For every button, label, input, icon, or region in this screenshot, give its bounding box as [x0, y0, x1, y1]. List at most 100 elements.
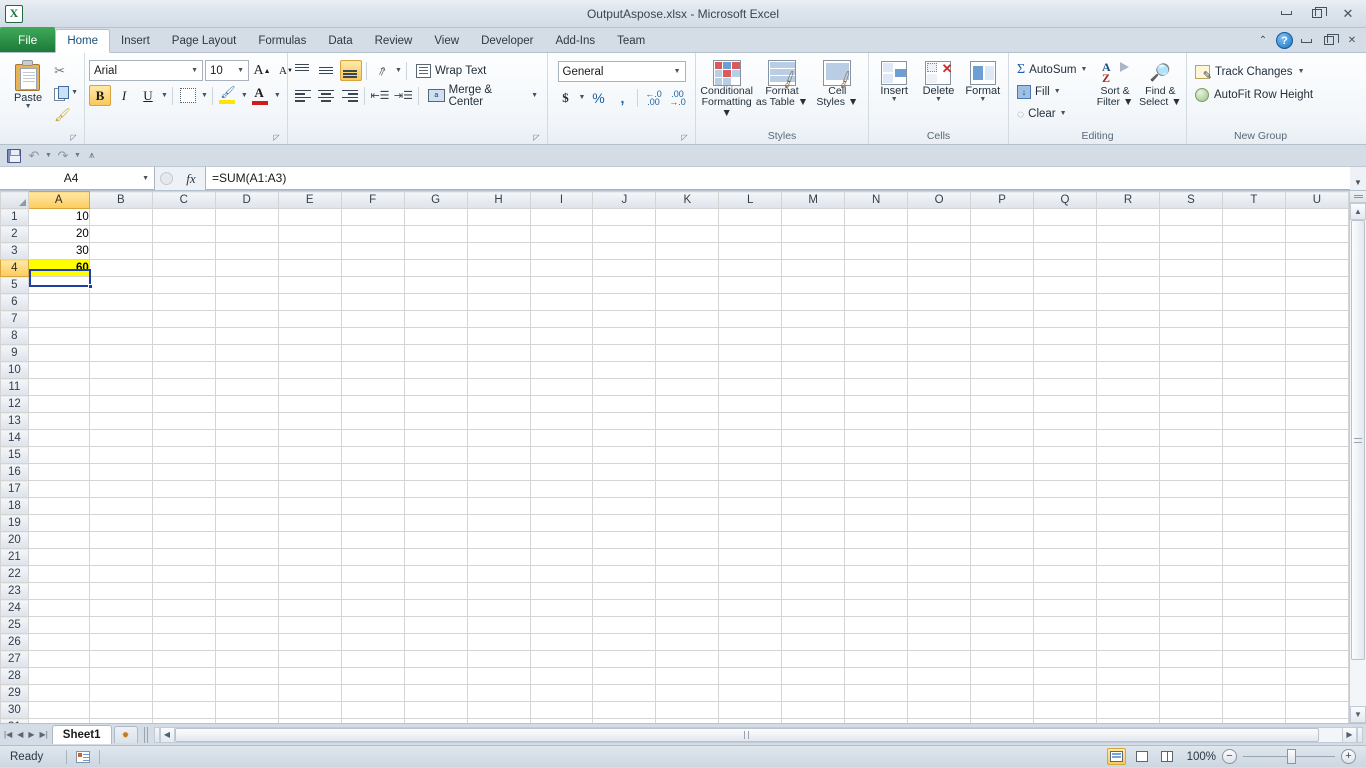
cell-B8[interactable] — [88, 327, 153, 345]
alignment-dialog-launcher[interactable]: ◸ — [532, 133, 541, 142]
cell-L13[interactable] — [718, 412, 783, 430]
cell-E6[interactable] — [277, 293, 342, 311]
cell-Q8[interactable] — [1033, 327, 1098, 345]
cell-J28[interactable] — [592, 667, 657, 685]
cell-M17[interactable] — [781, 480, 846, 498]
column-header-T[interactable]: T — [1221, 191, 1286, 209]
cell-P8[interactable] — [970, 327, 1035, 345]
cell-Q29[interactable] — [1033, 684, 1098, 702]
cell-R5[interactable] — [1096, 276, 1160, 294]
row-header-12[interactable]: 12 — [0, 395, 29, 413]
cell-N27[interactable] — [844, 650, 909, 668]
cell-C9[interactable] — [151, 344, 216, 362]
cell-G1[interactable] — [403, 208, 468, 226]
chevron-down-icon[interactable]: ▼ — [1298, 68, 1305, 75]
cell-D22[interactable] — [214, 565, 279, 583]
cell-O18[interactable] — [907, 497, 972, 515]
cell-A29[interactable] — [27, 684, 90, 702]
cell-J18[interactable] — [592, 497, 657, 515]
cell-N24[interactable] — [844, 599, 909, 617]
cell-E31[interactable] — [277, 718, 342, 723]
cell-N2[interactable] — [844, 225, 909, 243]
cell-G28[interactable] — [403, 667, 468, 685]
column-header-I[interactable]: I — [529, 191, 594, 209]
tab-insert[interactable]: Insert — [110, 30, 161, 52]
cell-R3[interactable] — [1096, 242, 1160, 260]
cell-S5[interactable] — [1158, 276, 1223, 294]
cell-H14[interactable] — [466, 429, 531, 447]
cell-S19[interactable] — [1158, 514, 1223, 532]
column-header-K[interactable]: K — [655, 191, 720, 209]
cell-A4[interactable]: 60 — [27, 259, 90, 277]
cell-D5[interactable] — [214, 276, 279, 294]
cell-H15[interactable] — [466, 446, 531, 464]
number-dialog-launcher[interactable]: ◸ — [680, 133, 689, 142]
cell-E5[interactable] — [277, 276, 342, 294]
cell-D29[interactable] — [214, 684, 279, 702]
cell-B11[interactable] — [88, 378, 153, 396]
column-header-L[interactable]: L — [718, 191, 783, 209]
cell-J19[interactable] — [592, 514, 657, 532]
cell-U23[interactable] — [1284, 582, 1349, 600]
zoom-slider-handle[interactable] — [1287, 749, 1296, 764]
bold-button[interactable]: B — [89, 85, 111, 106]
cell-I28[interactable] — [529, 667, 594, 685]
cell-A25[interactable] — [27, 616, 90, 634]
cell-P4[interactable] — [970, 259, 1035, 277]
cell-D12[interactable] — [214, 395, 279, 413]
cell-G10[interactable] — [403, 361, 468, 379]
cell-C15[interactable] — [151, 446, 216, 464]
decrease-decimal-button[interactable]: .00 →.0 — [666, 87, 688, 108]
cell-L14[interactable] — [718, 429, 783, 447]
cell-Q20[interactable] — [1033, 531, 1098, 549]
cell-U1[interactable] — [1284, 208, 1349, 226]
cell-S7[interactable] — [1158, 310, 1223, 328]
cell-P31[interactable] — [970, 718, 1035, 723]
cell-L26[interactable] — [718, 633, 783, 651]
cell-G27[interactable] — [403, 650, 468, 668]
cell-K8[interactable] — [655, 327, 720, 345]
cell-G23[interactable] — [403, 582, 468, 600]
cell-I25[interactable] — [529, 616, 594, 634]
cell-I27[interactable] — [529, 650, 594, 668]
vertical-scrollbar[interactable]: ▲ ▼ — [1349, 191, 1366, 723]
cell-G3[interactable] — [403, 242, 468, 260]
help-icon[interactable]: ? — [1276, 32, 1293, 49]
row-header-24[interactable]: 24 — [0, 599, 29, 617]
cell-A24[interactable] — [27, 599, 90, 617]
cell-G12[interactable] — [403, 395, 468, 413]
cell-F4[interactable] — [340, 259, 405, 277]
cell-J14[interactable] — [592, 429, 657, 447]
cell-Q25[interactable] — [1033, 616, 1098, 634]
cell-T13[interactable] — [1221, 412, 1286, 430]
cell-N19[interactable] — [844, 514, 909, 532]
cell-B14[interactable] — [88, 429, 153, 447]
cell-S1[interactable] — [1158, 208, 1223, 226]
cell-T11[interactable] — [1221, 378, 1286, 396]
row-header-15[interactable]: 15 — [0, 446, 29, 464]
cell-D11[interactable] — [214, 378, 279, 396]
undo-button[interactable]: ↶ — [25, 147, 43, 165]
cell-F14[interactable] — [340, 429, 405, 447]
row-header-6[interactable]: 6 — [0, 293, 29, 311]
cell-U15[interactable] — [1284, 446, 1349, 464]
cell-P10[interactable] — [970, 361, 1035, 379]
cell-Q3[interactable] — [1033, 242, 1098, 260]
cell-J26[interactable] — [592, 633, 657, 651]
cell-F2[interactable] — [340, 225, 405, 243]
cell-L28[interactable] — [718, 667, 783, 685]
copy-button[interactable]: ▼ — [52, 82, 80, 103]
cell-Q10[interactable] — [1033, 361, 1098, 379]
italic-button[interactable]: I — [113, 85, 135, 106]
cell-T19[interactable] — [1221, 514, 1286, 532]
cell-I12[interactable] — [529, 395, 594, 413]
cell-S11[interactable] — [1158, 378, 1223, 396]
cell-I26[interactable] — [529, 633, 594, 651]
cell-B26[interactable] — [88, 633, 153, 651]
cell-R19[interactable] — [1096, 514, 1160, 532]
column-header-D[interactable]: D — [214, 191, 279, 209]
fill-button[interactable]: ↓ Fill ▼ — [1013, 81, 1091, 102]
cell-L20[interactable] — [718, 531, 783, 549]
zoom-in-button[interactable]: + — [1341, 749, 1356, 764]
track-changes-button[interactable]: Track Changes ▼ — [1191, 61, 1309, 82]
